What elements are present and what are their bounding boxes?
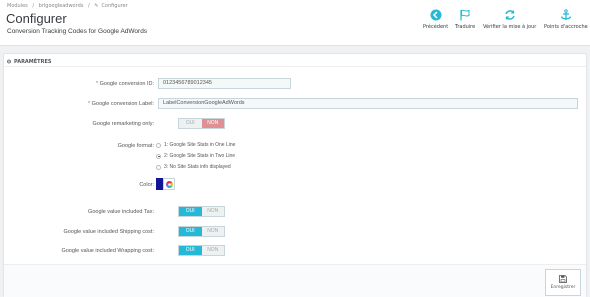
translate-label: Traduire [455, 24, 476, 30]
page-header: Modules / brlgoogleadwords / ✎ Configurer… [0, 0, 590, 46]
color-picker-button[interactable] [163, 178, 175, 190]
breadcrumb-wrench-icon: ✎ [94, 3, 99, 9]
page-title: Configurer [6, 11, 67, 26]
arrow-left-circle-icon [430, 9, 442, 21]
translate-button[interactable]: Traduire [455, 9, 475, 30]
settings-panel: PARAMÈTRES * Google conversion ID: 01234… [3, 53, 587, 297]
color-label: Color: [139, 182, 154, 188]
tax-label: Google value included Tax: [88, 209, 154, 215]
wrapping-label: Google value included Wrapping cost: [61, 248, 154, 254]
check-update-button[interactable]: Vérifier la mise à jour [483, 9, 536, 30]
panel-heading: PARAMÈTRES [4, 54, 586, 67]
hooks-label: Points d'accroche [544, 24, 588, 30]
shipping-switch[interactable]: OUI NON [178, 226, 225, 237]
breadcrumb-separator: / [32, 3, 35, 9]
tax-no-option[interactable]: NON [202, 207, 225, 216]
shipping-yes-option[interactable]: OUI [179, 227, 202, 236]
save-label: Enregistrer [550, 285, 576, 290]
hooks-button[interactable]: Points d'accroche [544, 9, 588, 30]
tax-switch[interactable]: OUI NON [178, 206, 225, 217]
format-option-3[interactable]: 3: No Site Stats info displayed [156, 164, 231, 170]
page-subtitle: Conversion Tracking Codes for Google AdW… [7, 28, 148, 35]
remarketing-no-option[interactable]: NON [201, 119, 224, 128]
panel-footer: Enregistrer [4, 264, 586, 297]
remarketing-yes-option[interactable]: OUI [179, 119, 202, 128]
color-swatch[interactable] [156, 178, 163, 190]
format-option-2[interactable]: 2: Google Site Stats in Two Line [156, 153, 235, 159]
radio-button[interactable] [156, 164, 161, 170]
breadcrumb-item[interactable]: brlgoogleadwords [39, 3, 84, 9]
refresh-icon [504, 10, 515, 20]
conversion-label-field[interactable]: LabelConversionGoogleAdWords [158, 98, 578, 109]
save-button[interactable]: Enregistrer [545, 269, 581, 296]
wrapping-yes-option[interactable]: OUI [179, 246, 202, 255]
previous-label: Précédent [423, 24, 449, 30]
check-update-label: Vérifier la mise à jour [483, 24, 537, 30]
conversion-id-label: * Google conversion ID: [95, 81, 154, 87]
breadcrumb: Modules / brlgoogleadwords / ✎ Configurer [7, 3, 131, 9]
conversion-label-label: * Google conversion Label: [87, 101, 154, 107]
conversion-id-field[interactable]: 0123456789012345 [158, 78, 291, 89]
breadcrumb-item[interactable]: Modules [7, 3, 28, 9]
panel-heading-text: PARAMÈTRES [14, 58, 52, 65]
previous-button[interactable]: Précédent [423, 9, 448, 30]
tax-yes-option[interactable]: OUI [179, 207, 202, 216]
gears-icon [7, 59, 11, 64]
remarketing-switch[interactable]: OUI NON [178, 118, 225, 129]
flag-icon [460, 9, 470, 21]
wrapping-no-option[interactable]: NON [202, 246, 225, 255]
floppy-disk-icon [559, 275, 567, 283]
wrapping-switch[interactable]: OUI NON [178, 245, 225, 256]
shipping-no-option[interactable]: NON [202, 227, 225, 236]
breadcrumb-separator: / [87, 3, 90, 9]
radio-button-selected[interactable] [156, 153, 161, 159]
shipping-label: Google value included Shipping cost: [63, 229, 154, 235]
format-option-1[interactable]: 1: Google Site Stats in One Line [156, 142, 235, 148]
breadcrumb-item-current: Configurer [101, 3, 128, 9]
radio-button[interactable] [156, 142, 161, 148]
color-wheel-icon [165, 180, 173, 188]
format-label: Google format: [117, 143, 154, 149]
remarketing-label: Google remarketing only: [92, 121, 154, 127]
anchor-icon [560, 9, 571, 20]
